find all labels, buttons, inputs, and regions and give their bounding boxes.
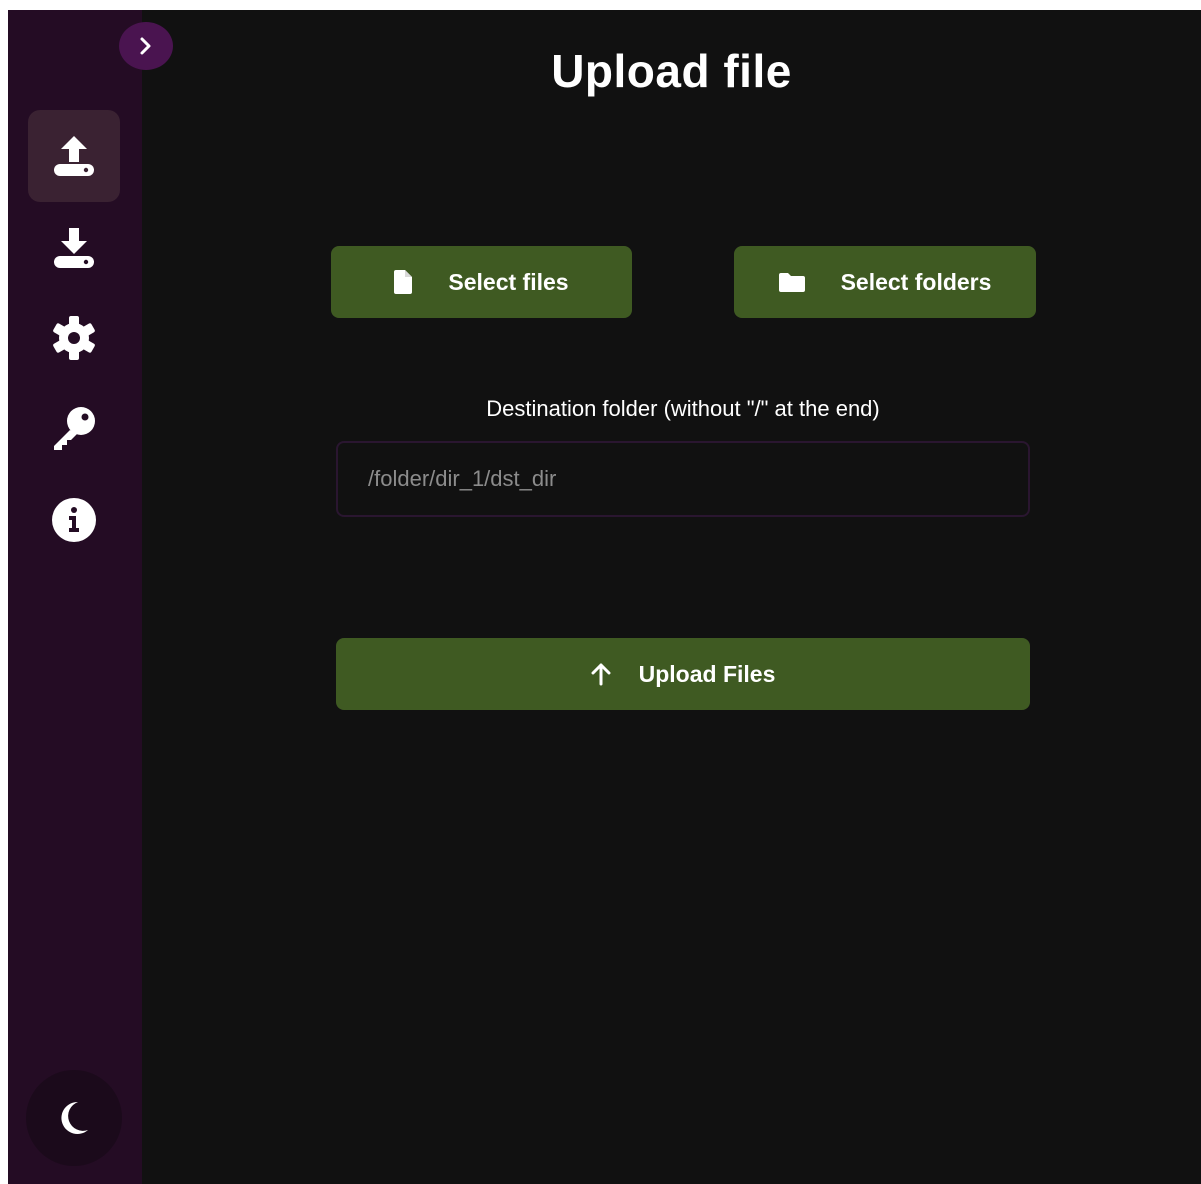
page-title: Upload file [551, 45, 792, 97]
moon-icon [61, 1101, 88, 1134]
select-folders-label: Select folders [840, 268, 992, 295]
upload-icon [54, 136, 94, 176]
select-files-button[interactable]: Select files [331, 246, 632, 318]
theme-toggle-button[interactable] [26, 1070, 122, 1166]
destination-label: Destination folder (without "/" at the e… [486, 396, 880, 421]
sidebar-item-upload[interactable] [28, 110, 120, 202]
file-icon [394, 270, 413, 294]
arrow-up-icon [591, 662, 611, 686]
sidebar-toggle-button[interactable] [119, 22, 173, 70]
upload-files-button[interactable]: Upload Files [336, 638, 1030, 710]
sidebar-item-info[interactable] [28, 474, 120, 566]
sidebar-item-download[interactable] [28, 202, 120, 294]
folder-icon [778, 272, 805, 292]
sidebar-item-keys[interactable] [28, 382, 120, 474]
chevron-right-icon [140, 37, 151, 55]
app-window: Upload file Select files Select folders … [8, 10, 1201, 1184]
info-icon [52, 498, 96, 542]
gear-icon [53, 316, 95, 360]
key-icon [54, 407, 95, 450]
select-folders-button[interactable]: Select folders [734, 246, 1036, 318]
select-files-label: Select files [448, 268, 569, 295]
upload-files-label: Upload Files [638, 660, 776, 687]
destination-input[interactable] [336, 441, 1030, 517]
sidebar-item-settings[interactable] [28, 292, 120, 384]
download-icon [54, 228, 94, 268]
main-content: Upload file Select files Select folders … [142, 10, 1201, 1184]
sidebar [8, 10, 142, 1184]
